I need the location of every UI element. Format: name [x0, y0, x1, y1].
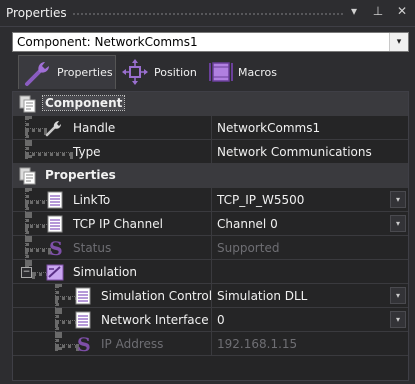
property-row-type[interactable]: Type Network Communications: [13, 140, 408, 164]
tab-macros-label: Macros: [238, 65, 278, 79]
tab-bar: Properties Position Macros: [18, 55, 409, 91]
property-name: Simulation: [73, 265, 137, 279]
property-row-ip-address: S IP Address 192.168.1.15: [13, 332, 408, 356]
wrench-icon: [45, 121, 61, 137]
tab-position-label: Position: [154, 65, 197, 79]
tab-macros[interactable]: Macros: [208, 55, 288, 89]
category-label: Component: [41, 95, 126, 111]
property-row-tcp-ip-channel[interactable]: TCP IP Channel Channel 0 ▾: [13, 212, 408, 242]
tab-position[interactable]: Position: [120, 55, 204, 89]
property-row-linkto[interactable]: LinkTo TCP_IP_W5500 ▾: [13, 188, 408, 218]
tab-properties-label: Properties: [57, 66, 113, 79]
s-icon: S: [77, 334, 91, 354]
document-icon: [47, 191, 63, 209]
wrench-icon: [25, 61, 49, 86]
dropdown-arrow-icon[interactable]: ▾: [390, 191, 406, 208]
document-icon: [47, 215, 63, 233]
property-value[interactable]: 0: [217, 313, 225, 327]
property-name: Network Interface: [101, 313, 209, 327]
dropdown-arrow-icon[interactable]: ▾: [390, 287, 406, 304]
pin-button[interactable]: ⊥: [371, 4, 385, 18]
category-properties[interactable]: Properties: [13, 164, 408, 188]
property-grid: Component Handle NetworkComms1 Type Netw…: [12, 91, 409, 381]
close-button[interactable]: ✕: [395, 4, 409, 18]
title-grip: [72, 12, 343, 17]
property-value: Supported: [217, 241, 280, 255]
property-row-status: S Status Supported: [13, 236, 408, 266]
macro-icon: [209, 62, 233, 82]
document-icon: [75, 287, 91, 305]
property-value[interactable]: TCP_IP_W5500: [217, 193, 304, 207]
property-name: TCP IP Channel: [73, 217, 163, 231]
svg-text:S: S: [77, 334, 91, 354]
panel-menu-button[interactable]: ▾: [347, 4, 361, 18]
component-select[interactable]: Component: NetworkComms1 ▾: [12, 32, 409, 52]
property-name: Type: [73, 145, 101, 159]
dropdown-arrow-icon[interactable]: ▾: [390, 215, 406, 232]
chevron-down-icon[interactable]: ▾: [389, 33, 408, 51]
property-value[interactable]: NetworkComms1: [217, 121, 320, 135]
collapse-toggle[interactable]: −: [21, 267, 32, 278]
svg-text:S: S: [49, 238, 63, 258]
panel-titlebar: Properties ▾ ⊥ ✕: [0, 0, 415, 27]
category-label: Properties: [45, 168, 116, 182]
property-value[interactable]: Channel 0: [217, 217, 278, 231]
document-icon: [75, 311, 91, 329]
property-row-network-interface[interactable]: Network Interface 0 ▾: [13, 308, 408, 338]
property-value: 192.168.1.15: [217, 337, 298, 351]
simulation-icon: [46, 264, 64, 281]
property-value[interactable]: Simulation DLL: [217, 289, 307, 303]
property-name: Status: [73, 241, 112, 255]
property-name: Simulation Control: [101, 289, 213, 303]
s-icon: S: [49, 238, 63, 258]
property-group-simulation[interactable]: − Simulation: [13, 260, 408, 284]
category-icon: [19, 167, 36, 185]
tab-properties[interactable]: Properties: [18, 55, 116, 89]
category-component[interactable]: Component: [13, 92, 408, 116]
property-name: Handle: [73, 121, 116, 135]
property-row-simulation-control[interactable]: Simulation Control Simulation DLL ▾: [13, 284, 408, 314]
property-name: LinkTo: [73, 193, 111, 207]
property-row-handle[interactable]: Handle NetworkComms1: [13, 116, 408, 146]
category-icon: [19, 95, 36, 113]
property-name: IP Address: [101, 337, 164, 351]
component-select-value: Component: NetworkComms1: [17, 35, 198, 49]
property-value: Network Communications: [217, 145, 372, 159]
panel-title: Properties: [6, 6, 67, 20]
dropdown-arrow-icon[interactable]: ▾: [390, 311, 406, 328]
move-arrows-icon: [122, 59, 148, 85]
